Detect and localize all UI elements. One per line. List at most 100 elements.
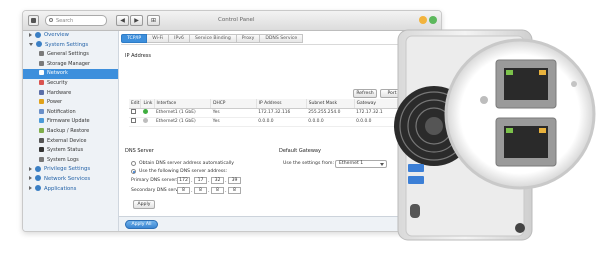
secondary-dns-octet-2[interactable]: 8 [194,187,207,194]
chevron-right-icon [29,176,32,181]
sidebar-item-security[interactable]: Security [23,79,118,89]
sidebar-item-firmware-update[interactable]: Firmware Update [23,117,118,127]
sidebar-item-backup-restore[interactable]: Backup / Restore [23,127,118,137]
sidebar-item-icon [39,51,44,57]
sidebar-item-label: System Settings [45,41,89,48]
link-cell [140,108,155,118]
sidebar-item-privilege-settings[interactable]: Privilege Settings [23,165,118,175]
control-panel-window: Search ◀ ▶ ⊞ Control Panel Overview Syste… [22,10,442,232]
column-header: Interface [154,99,212,109]
interface-table: Edit Link Interface DHCP IP Address Subnet Ma… [129,99,409,127]
sidebar-item-power[interactable]: Power [23,98,118,108]
table-row[interactable]: Ethernet1 (1 GbE) Yes 172.17.32.116 255.255… [129,108,409,118]
sidebar-item-label: Privilege Settings [44,166,91,173]
sidebar-item-icon [35,185,41,191]
sidebar-item-icon [39,79,44,85]
chevron-down-icon [29,42,33,46]
sidebar-item-icon [35,31,41,38]
primary-dns-octet-1[interactable]: 172 [177,177,190,184]
secondary-dns-octet-4[interactable]: 8 [228,187,241,194]
gateway-interface-select[interactable]: Ethernet 1 [335,160,387,168]
sidebar-item-general-settings[interactable]: General Settings [23,50,118,60]
link-cell [140,117,155,127]
sidebar-item-applications[interactable]: Applications [23,185,118,195]
column-header: Subnet Mask [306,99,355,109]
secondary-dns-octet-3[interactable]: 8 [211,187,224,194]
column-header: Edit [129,99,142,109]
home-button[interactable]: ⊞ [147,15,160,26]
apply-all-button[interactable]: Apply All [125,220,158,229]
column-header: DHCP [210,99,257,109]
sidebar-item-label: Network Services [44,175,91,182]
tab-service-binding[interactable]: Service Binding [189,34,237,43]
chevron-down-icon [380,163,384,166]
sidebar-item-external-device[interactable]: External Device [23,137,118,147]
sidebar-item-hardware[interactable]: Hardware [23,89,118,99]
window-title: Control Panel [218,17,255,23]
table-row[interactable]: Ethernet2 (1 GbE) Yes 0.0.0.0 0.0.0.0 0.0.0.… [129,117,409,127]
sidebar-item-label: Overview [44,32,69,38]
tab-ipv6[interactable]: IPv6 [169,34,190,43]
sidebar-item-system-status[interactable]: System Status [23,146,118,156]
mask-cell: 0.0.0.0 [306,117,355,127]
search-input[interactable]: Search [45,15,107,26]
sidebar-item-network-services[interactable]: Network Services [23,175,118,185]
tab-wi-fi[interactable]: Wi-Fi [147,34,170,43]
primary-dns-octet-2[interactable]: 17 [194,177,207,184]
sidebar-item-icon [39,127,44,133]
edit-cell[interactable] [129,117,141,127]
sidebar-item-label: Firmware Update [47,118,90,125]
sidebar-item-label: Power [47,99,63,106]
tab-ddns-service[interactable]: DDNS Service [260,34,304,43]
edit-icon[interactable] [131,118,136,123]
sidebar-item-label: Backup / Restore [47,127,90,134]
tab-tcp-ip[interactable]: TCP/IP [121,34,148,43]
usb-port-2 [408,176,424,184]
sidebar-item-label: System Status [47,147,84,154]
sidebar-item-icon [39,99,44,105]
edit-cell[interactable] [129,108,141,118]
sidebar-item-network[interactable]: Network [23,69,118,79]
secondary-dns-octet-1[interactable]: 8 [177,187,190,194]
refresh-button[interactable]: Refresh [353,89,377,98]
sidebar-item-icon [35,175,41,182]
sidebar-item-icon [39,147,44,153]
sidebar-item-system-settings[interactable]: System Settings [23,41,118,51]
sidebar-item-system-logs[interactable]: System Logs [23,156,118,166]
chevron-right-icon [29,186,32,190]
sidebar-item-storage-manager[interactable]: Storage Manager [23,60,118,70]
sidebar-item-icon [39,60,44,66]
nas-device-illustration [394,29,596,241]
dns-auto-radio[interactable] [131,161,136,166]
dns-server-heading: DNS Server [125,148,154,154]
primary-dns-octet-3[interactable]: 32 [211,177,224,184]
magnifier-lens [444,38,596,190]
dns-manual-radio[interactable] [131,169,136,174]
sidebar-item-overview[interactable]: Overview [23,31,118,41]
back-button[interactable]: ◀ [116,15,129,26]
sidebar: Overview System Settings General Settings S… [23,31,119,231]
ip-address-heading: IP Address [125,53,151,59]
sidebar-item-label: Hardware [47,89,72,96]
tab-proxy[interactable]: Proxy [236,34,261,43]
power-button-icon [515,223,525,233]
sidebar-item-icon [39,137,44,143]
sidebar-item-label: Notification [47,108,76,115]
sidebar-item-notification[interactable]: Notification [23,108,118,118]
sidebar-item-label: Security [47,79,68,86]
dns-auto-label: Obtain DNS server address automatically [139,161,234,166]
dns-apply-button[interactable]: Apply [133,200,155,209]
app-menu-icon[interactable] [28,15,39,26]
title-bar: Search ◀ ▶ ⊞ Control Panel [23,11,441,31]
dhcp-cell: Yes [210,108,257,118]
sidebar-item-icon [39,70,44,76]
column-header: IP Address [256,99,307,109]
forward-button[interactable]: ▶ [130,15,143,26]
usb-port-1 [408,164,424,172]
interface-cell: Ethernet2 (1 GbE) [154,117,211,127]
default-gateway-heading: Default Gateway [279,148,321,154]
edit-icon[interactable] [131,109,136,114]
dhcp-cell: Yes [210,117,257,127]
sidebar-item-label: External Device [47,137,87,144]
primary-dns-octet-4[interactable]: 39 [228,177,241,184]
